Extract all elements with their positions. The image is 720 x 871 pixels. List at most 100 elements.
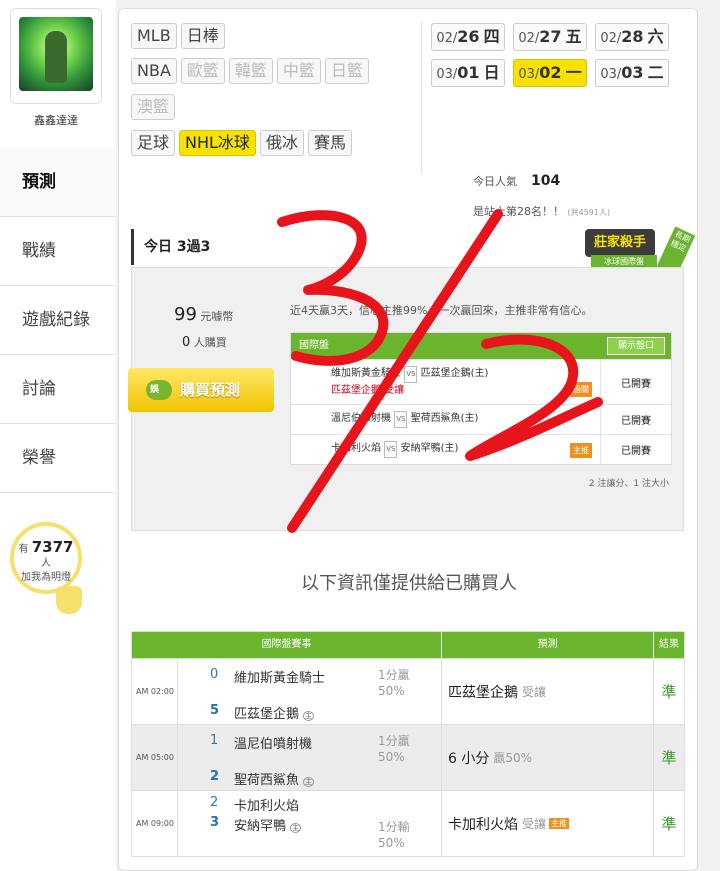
date-month: 02/ [518, 31, 540, 46]
away-score: 0 [210, 667, 219, 682]
home-team: 安納罕鴨 主 [234, 815, 302, 834]
date-tab[interactable]: 03/03 二 [595, 59, 669, 87]
sport-tabs-row-3: 澳籃 [131, 94, 176, 120]
away-team: 溫尼伯噴射機 [234, 737, 313, 752]
spread: 1分贏 50% [378, 667, 410, 699]
buy-button-label: 購買預測 [180, 381, 241, 399]
sport-tab-npb[interactable]: 日棒 [180, 23, 225, 49]
mini-matchup: 維加斯黃金騎士 VS 匹茲堡企鵝(主) 匹茲堡企鵝 受讓 過關 [291, 360, 601, 404]
spread-line: 1分輸 [378, 820, 410, 834]
sport-tab-soccer[interactable]: 足球 [131, 130, 176, 156]
sport-tab-khl[interactable]: 俄冰 [259, 130, 304, 156]
home-score: 5 [210, 703, 220, 718]
date-day: 27 [539, 27, 562, 46]
pick-text: 匹茲堡企鵝 受讓 [331, 385, 405, 396]
date-tab[interactable]: 03/01 日 [431, 59, 505, 87]
bet-count-note: 2 注讓分、1 注大小 [588, 479, 669, 489]
sport-tab-japan-basketball[interactable]: 日籃 [324, 58, 369, 84]
spread: 1分贏 50% [378, 733, 410, 765]
date-tab-selected[interactable]: 03/02 一 [513, 59, 587, 87]
fan-count: 7377 [31, 538, 74, 556]
mini-row: 維加斯黃金騎士 VS 匹茲堡企鵝(主) 匹茲堡企鵝 受讓 過關 已開賽 [291, 359, 671, 404]
buyer-count: 0 人購買 [182, 334, 227, 350]
rank: 是站上第28名！！ (共4591人) [473, 203, 610, 219]
sport-tab-nhl[interactable]: NHL冰球 [179, 130, 256, 156]
home-team: 匹茲堡企鵝(主) [420, 368, 489, 379]
home-team: 聖荷西鯊魚(主) [410, 413, 479, 424]
sport-tab-aus-basketball[interactable]: 澳籃 [131, 94, 176, 120]
date-weekday: 四 [483, 27, 500, 46]
mini-prediction-table: 國際盤 顯示盤口 維加斯黃金騎士 VS 匹茲堡企鵝(主) 匹茲堡企鵝 受讓 過關… [290, 332, 672, 465]
rank-total: (共4591人) [567, 208, 611, 217]
mini-row: 溫尼伯噴射機 VS 聖荷西鯊魚(主) 已開賽 [291, 404, 671, 434]
pick: 匹茲堡企鵝 [448, 684, 518, 701]
spread-line: 1分贏 [378, 734, 410, 748]
pick: 6 小分 [448, 750, 490, 767]
show-odds-button[interactable]: 顯示盤口 [606, 337, 665, 355]
home-team-name: 匹茲堡企鵝 [234, 707, 300, 722]
buy-prediction-button[interactable]: 娛 購買預測 [128, 368, 274, 412]
header-result: 結果 [659, 639, 679, 650]
mini-matchup: 卡加利火焰 VS 安納罕鴨(主) 主推 [291, 435, 601, 464]
result-cell: 準 [661, 749, 677, 767]
popularity: 今日人氣 104 [473, 173, 560, 189]
sport-tab-euro-basketball[interactable]: 歐籃 [180, 58, 225, 84]
nav-item-honor[interactable]: 榮譽 [0, 424, 116, 493]
header-games: 國際盤賽事 [132, 632, 442, 658]
badge-title: 莊家殺手 [585, 229, 655, 257]
content-panel: MLB 日棒 NBA 歐籃 韓籃 中籃 日籃 澳籃 足球 NHL冰球 俄冰 賽馬… [118, 8, 698, 871]
nav-item-record[interactable]: 戰績 [0, 217, 116, 286]
away-score: 1 [210, 733, 219, 748]
spread-line: 1分贏 [378, 668, 410, 682]
home-team: 安納罕鴨(主) [400, 443, 459, 454]
date-tab[interactable]: 02/27 五 [513, 23, 587, 51]
sport-tab-nba[interactable]: NBA [131, 58, 177, 84]
date-weekday: 日 [483, 63, 500, 82]
sport-tab-china-basketball[interactable]: 中籃 [276, 58, 321, 84]
home-team-name: 安納罕鴨 [234, 819, 287, 834]
spread: 1分輸 50% [378, 819, 410, 851]
spread-pct: 50% [378, 836, 405, 850]
fan-lamp-widget[interactable]: 有 7377 人 加我為明燈 [10, 522, 82, 594]
price: 99 元噱幣 [174, 304, 233, 325]
sport-tab-mlb[interactable]: MLB [131, 23, 177, 49]
away-team: 維加斯黃金騎士 [234, 671, 326, 686]
home-team-name: 聖荷西鯊魚 [234, 773, 300, 788]
home-team: 匹茲堡企鵝 主 [234, 703, 315, 722]
date-tab[interactable]: 02/28 六 [595, 23, 669, 51]
mini-row: 卡加利火焰 VS 安納罕鴨(主) 主推 已開賽 [291, 434, 671, 464]
left-sidebar: 鑫鑫達達 預測 戰績 遊戲紀錄 討論 榮譽 有 7377 人 加我為明燈 [0, 0, 116, 871]
date-weekday: 五 [565, 27, 582, 46]
game-time: AM 09:00 [132, 791, 178, 856]
nav-item-prediction[interactable]: 預測 [0, 148, 116, 217]
sport-tab-horse-racing[interactable]: 賽馬 [307, 130, 352, 156]
header-prediction: 預測 [442, 632, 654, 658]
result-row: AM 02:00 0 維加斯黃金騎士 5 匹茲堡企鵝 主 1分贏 50% 匹茲堡企… [132, 658, 684, 724]
date-tab[interactable]: 02/26 四 [431, 23, 505, 51]
price-unit: 元噱幣 [200, 310, 234, 323]
sport-tab-korea-basketball[interactable]: 韓籃 [228, 58, 273, 84]
prediction-summary: 近4天贏3天，信心主推99%，一次贏回來，主推非常有信心。 [290, 304, 593, 317]
avatar[interactable] [19, 17, 93, 91]
pick-note: 受讓 [522, 817, 547, 831]
pick-note: 贏50% [493, 751, 533, 765]
game-cell: 2 卡加利火焰 3 安納罕鴨 主 1分輸 50% [178, 791, 442, 856]
nav-item-discussion[interactable]: 討論 [0, 355, 116, 424]
sidebar-nav: 預測 戰績 遊戲紀錄 討論 榮譽 [0, 148, 116, 493]
away-team: 卡加利火焰 [234, 799, 300, 814]
username[interactable]: 鑫鑫達達 [0, 112, 112, 128]
date-month: 03/ [600, 67, 622, 82]
fan-caption: 加我為明燈 [21, 572, 71, 583]
divider [421, 21, 422, 173]
game-cell: 1 溫尼伯噴射機 2 聖荷西鯊魚 主 1分贏 50% [178, 725, 442, 790]
vs-icon: VS [394, 411, 408, 428]
date-day: 01 [457, 63, 480, 82]
date-month: 03/ [518, 67, 540, 82]
pick-note: 受讓 [522, 685, 547, 699]
date-weekday: 二 [647, 63, 664, 82]
match-status: 已開賽 [621, 378, 651, 390]
lightbulb-icon [56, 586, 82, 614]
today-summary: 今日 3過3 [131, 229, 581, 265]
avatar-frame[interactable] [10, 8, 102, 104]
nav-item-game-history[interactable]: 遊戲紀錄 [0, 286, 116, 355]
